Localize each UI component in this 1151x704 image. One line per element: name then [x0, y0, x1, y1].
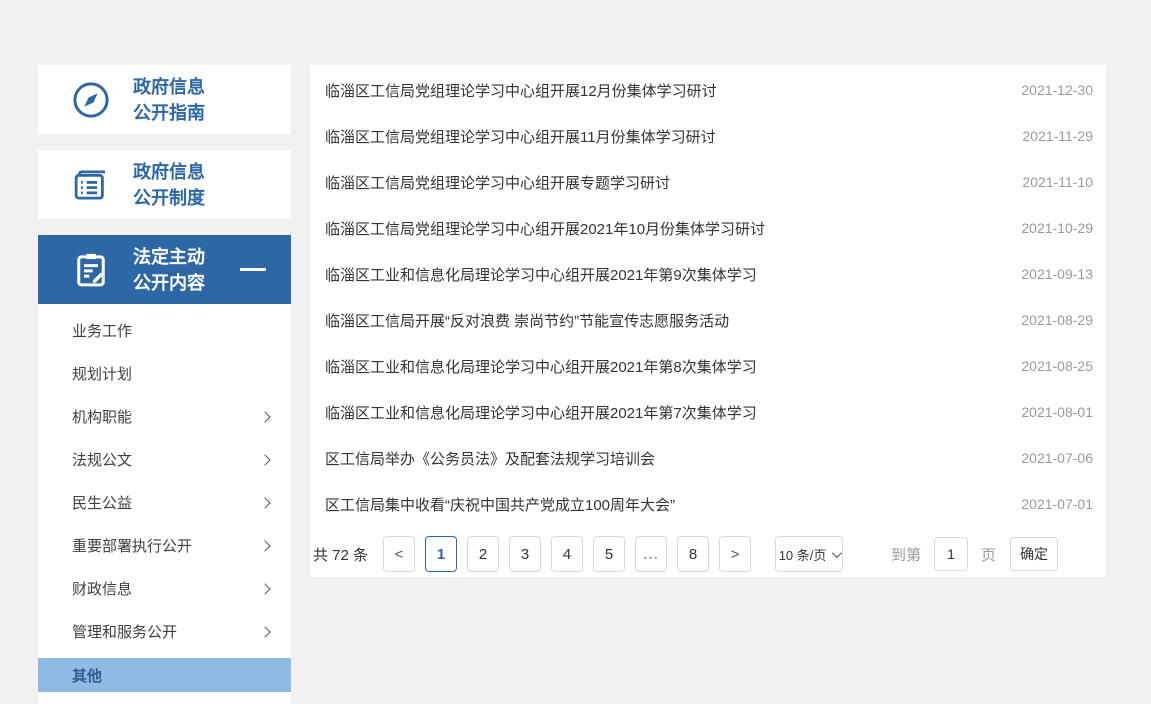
article-list-item[interactable]: 临淄区工业和信息化局理论学习中心组开展2021年第9次集体学习 2021-09-…	[310, 251, 1106, 297]
jump-label-prefix: 到第	[891, 544, 921, 565]
prev-page-button[interactable]: <	[383, 536, 415, 572]
page-number-button[interactable]: 8	[677, 536, 709, 572]
next-page-button[interactable]: >	[719, 536, 751, 572]
article-list-item[interactable]: 临淄区工信局党组理论学习中心组开展12月份集体学习研讨 2021-12-30	[310, 67, 1106, 113]
compass-icon	[70, 79, 112, 121]
article-list-item[interactable]: 临淄区工信局党组理论学习中心组开展11月份集体学习研讨 2021-11-29	[310, 113, 1106, 159]
article-title[interactable]: 临淄区工业和信息化局理论学习中心组开展2021年第8次集体学习	[325, 356, 757, 377]
chevron-right-icon	[259, 411, 270, 422]
page-number-button[interactable]: 3	[509, 536, 541, 572]
article-title[interactable]: 临淄区工信局党组理论学习中心组开展11月份集体学习研讨	[325, 126, 716, 147]
article-list-item[interactable]: 临淄区工业和信息化局理论学习中心组开展2021年第8次集体学习 2021-08-…	[310, 343, 1106, 389]
page-size-value: 10 条/页	[779, 545, 827, 564]
submenu-item-management-service[interactable]: 管理和服务公开	[38, 610, 291, 653]
sidebar-item-label: 法定主动 公开内容	[133, 244, 205, 296]
submenu-item-planning[interactable]: 规划计划	[38, 352, 291, 395]
jump-label-suffix: 页	[981, 544, 996, 565]
article-date: 2021-08-25	[1021, 358, 1093, 374]
article-title[interactable]: 临淄区工业和信息化局理论学习中心组开展2021年第7次集体学习	[325, 402, 757, 423]
jump-page-input[interactable]	[934, 537, 968, 571]
submenu-item-label: 业务工作	[72, 320, 132, 341]
page-ellipsis-button[interactable]: ...	[635, 536, 667, 572]
submenu-item-label: 财政信息	[72, 578, 132, 599]
article-title[interactable]: 临淄区工业和信息化局理论学习中心组开展2021年第9次集体学习	[325, 264, 757, 285]
article-date: 2021-10-29	[1021, 220, 1093, 236]
submenu-item-org-functions[interactable]: 机构职能	[38, 395, 291, 438]
sidebar-item-gov-info-guide[interactable]: 政府信息 公开指南	[38, 65, 291, 134]
page-number-button[interactable]: 2	[467, 536, 499, 572]
article-list-item[interactable]: 区工信局举办《公务员法》及配套法规学习培训会 2021-07-06	[310, 435, 1106, 481]
article-title[interactable]: 区工信局集中收看“庆祝中国共产党成立100周年大会”	[325, 494, 675, 515]
page-number-button[interactable]: 5	[593, 536, 625, 572]
article-title[interactable]: 临淄区工信局党组理论学习中心组开展12月份集体学习研讨	[325, 80, 717, 101]
chevron-right-icon	[259, 626, 270, 637]
article-title[interactable]: 临淄区工信局党组理论学习中心组开展2021年10月份集体学习研讨	[325, 218, 765, 239]
article-title[interactable]: 区工信局举办《公务员法》及配套法规学习培训会	[325, 448, 655, 469]
submenu-item-label: 规划计划	[72, 363, 132, 384]
chevron-right-icon	[259, 583, 270, 594]
submenu-item-label: 其他	[72, 665, 102, 686]
sidebar-item-gov-info-system[interactable]: 政府信息 公开制度	[38, 150, 291, 219]
article-title[interactable]: 临淄区工信局开展“反对浪费 崇尚节约”节能宣传志愿服务活动	[325, 310, 729, 331]
article-date: 2021-08-29	[1021, 312, 1093, 328]
submenu-item-key-deployment[interactable]: 重要部署执行公开	[38, 524, 291, 567]
chevron-down-icon	[832, 548, 842, 558]
collapse-minus-icon[interactable]	[240, 268, 266, 271]
article-list-item[interactable]: 区工信局集中收看“庆祝中国共产党成立100周年大会” 2021-07-01	[310, 481, 1106, 527]
submenu-item-label: 法规公文	[72, 449, 132, 470]
jump-confirm-button[interactable]: 确定	[1010, 537, 1058, 571]
article-list-item[interactable]: 临淄区工信局党组理论学习中心组开展2021年10月份集体学习研讨 2021-10…	[310, 205, 1106, 251]
article-list-item[interactable]: 临淄区工信局党组理论学习中心组开展专题学习研讨 2021-11-10	[310, 159, 1106, 205]
sidebar-item-label: 政府信息 公开指南	[133, 74, 205, 126]
submenu-item-label: 民生公益	[72, 492, 132, 513]
submenu-item-label: 重要部署执行公开	[72, 535, 192, 556]
total-count: 共 72 条	[313, 544, 368, 565]
article-list-item[interactable]: 临淄区工信局开展“反对浪费 崇尚节约”节能宣传志愿服务活动 2021-08-29	[310, 297, 1106, 343]
article-list: 临淄区工信局党组理论学习中心组开展12月份集体学习研讨 2021-12-30 临…	[310, 65, 1106, 527]
submenu-item-label: 机构职能	[72, 406, 132, 427]
submenu-item-fiscal-info[interactable]: 财政信息	[38, 567, 291, 610]
article-title[interactable]: 临淄区工信局党组理论学习中心组开展专题学习研讨	[325, 172, 670, 193]
clipboard-pen-icon	[70, 249, 112, 291]
pagination: 共 72 条 < 12345... 8 > 10 条/页 到第 页 确定	[313, 536, 1093, 572]
sidebar-item-statutory-disclosure[interactable]: 法定主动 公开内容	[38, 235, 291, 304]
article-date: 2021-12-30	[1021, 82, 1093, 98]
submenu-item-public-welfare[interactable]: 民生公益	[38, 481, 291, 524]
chevron-right-icon	[259, 497, 270, 508]
page-number-button[interactable]: 1	[425, 536, 457, 572]
article-date: 2021-11-10	[1022, 174, 1093, 190]
notebook-icon	[70, 164, 112, 206]
sidebar: 政府信息 公开指南 政府信息 公开制度 法定主动	[38, 65, 291, 704]
article-date: 2021-09-13	[1021, 266, 1093, 282]
article-date: 2021-11-29	[1022, 128, 1093, 144]
article-list-item[interactable]: 临淄区工业和信息化局理论学习中心组开展2021年第7次集体学习 2021-08-…	[310, 389, 1106, 435]
sidebar-submenu: 业务工作 规划计划 机构职能 法规公文 民生公益 重要部署执行公开 财政信息 管…	[38, 304, 291, 704]
submenu-item-regulations[interactable]: 法规公文	[38, 438, 291, 481]
submenu-item-label: 管理和服务公开	[72, 621, 177, 642]
page-size-select[interactable]: 10 条/页	[775, 536, 843, 572]
submenu-item-business-work[interactable]: 业务工作	[38, 309, 291, 352]
sidebar-item-label: 政府信息 公开制度	[133, 159, 205, 211]
article-date: 2021-08-01	[1021, 404, 1093, 420]
submenu-item-other[interactable]: 其他	[38, 658, 291, 692]
page-number-button[interactable]: 4	[551, 536, 583, 572]
chevron-right-icon	[259, 454, 270, 465]
article-date: 2021-07-06	[1021, 450, 1093, 466]
chevron-right-icon	[259, 540, 270, 551]
article-date: 2021-07-01	[1021, 496, 1093, 512]
article-list-panel: 临淄区工信局党组理论学习中心组开展12月份集体学习研讨 2021-12-30 临…	[310, 65, 1106, 577]
